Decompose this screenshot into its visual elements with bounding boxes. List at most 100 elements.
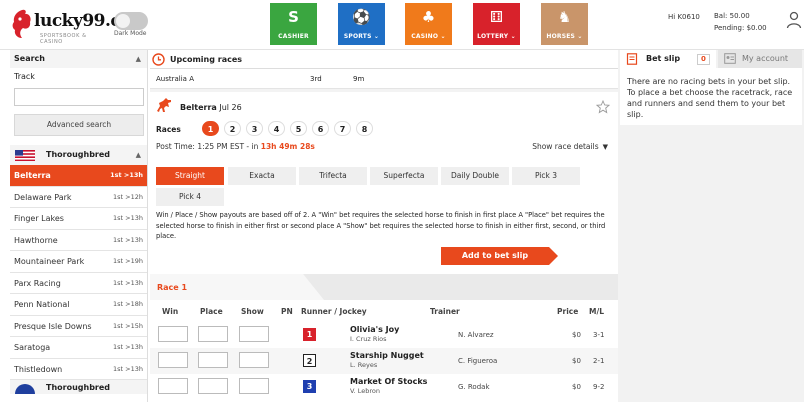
search-title: Search — [14, 54, 45, 63]
col-header-win: Win — [162, 307, 179, 316]
trainer-name: N. Alvarez — [458, 331, 494, 339]
program-number-badge: 1 — [303, 328, 316, 341]
venue-title: Belterra Jul 26 — [180, 103, 242, 112]
race-number-button[interactable]: 4 — [268, 121, 285, 136]
nav-lottery-button[interactable]: ⚅ LOTTERY ⌄ — [473, 3, 520, 45]
nav-horses-button[interactable]: ♞ HORSES ⌄ — [541, 3, 588, 45]
upcoming-time: 9m — [353, 75, 365, 83]
show-bet-input[interactable] — [239, 326, 269, 342]
nav-cashier-button[interactable]: S CASHIER — [270, 3, 317, 45]
chevron-down-icon: ⌄ — [373, 33, 380, 40]
nav-casino-button[interactable]: ♣ CASINO ⌄ — [405, 3, 452, 45]
nav-sports-button[interactable]: ⚽ SPORTS ⌄ — [338, 3, 385, 45]
horse-racing-icon — [157, 98, 171, 112]
nav-sports-text: SPORTS — [343, 33, 372, 40]
show-race-details-toggle[interactable]: Show race details ▼ — [532, 142, 608, 151]
collapse-up-icon[interactable]: ▲ — [136, 50, 141, 68]
track-item[interactable]: Mountaineer Park 1st >19h — [10, 251, 147, 273]
site-logo[interactable]: lucky99.eu SPORTSBOOK & CASINO — [10, 6, 133, 45]
left-sidebar: Search ▲ Track Advanced search Thoroughb… — [10, 50, 148, 402]
advanced-search-button[interactable]: Advanced search — [14, 114, 144, 136]
win-bet-input[interactable] — [158, 378, 188, 394]
bet-type-tab-superfecta[interactable]: Superfecta — [370, 167, 438, 185]
upcoming-race-row[interactable]: Australia A 3rd 9m — [150, 69, 618, 89]
search-section-header[interactable]: Search ▲ — [10, 50, 147, 68]
show-bet-input[interactable] — [239, 378, 269, 394]
win-bet-input[interactable] — [158, 352, 188, 368]
upcoming-races-title: Upcoming races — [170, 55, 243, 64]
track-time: 1st >18h — [113, 300, 143, 308]
race-number-button[interactable]: 8 — [356, 121, 373, 136]
nav-horses-text: HORSES — [546, 33, 576, 40]
bet-type-tab-trifecta[interactable]: Trifecta — [299, 167, 367, 185]
nav-cashier-label: CASHIER — [278, 33, 309, 40]
show-bet-input[interactable] — [239, 352, 269, 368]
track-item[interactable]: Penn National 1st >18h — [10, 294, 147, 316]
place-bet-input[interactable] — [198, 326, 228, 342]
col-header-price: Price — [557, 307, 579, 316]
track-item[interactable]: Presque Isle Downs 1st >15h — [10, 316, 147, 337]
user-account-icon[interactable] — [786, 11, 802, 29]
track-time: 1st >13h — [113, 235, 143, 244]
horses-icon: ♞ — [557, 8, 572, 26]
tab-my-account[interactable]: My account — [718, 50, 802, 68]
dark-mode-toggle[interactable] — [114, 12, 148, 30]
track-search-input[interactable] — [14, 88, 144, 106]
track-name: Mountaineer Park — [14, 257, 85, 266]
bet-type-tab-pick-3[interactable]: Pick 3 — [512, 167, 580, 185]
bet-type-tab-exacta[interactable]: Exacta — [228, 167, 296, 185]
track-item[interactable]: Belterra 1st >13h — [10, 165, 147, 187]
place-bet-input[interactable] — [198, 352, 228, 368]
race-number-button[interactable]: 6 — [312, 121, 329, 136]
race-number-button[interactable]: 3 — [246, 121, 263, 136]
add-to-bet-slip-button[interactable]: Add to bet slip — [441, 247, 549, 265]
show-details-label: Show race details — [532, 142, 599, 151]
col-header-ml: M/L — [589, 307, 604, 316]
chevron-down-icon: ⌄ — [510, 33, 516, 40]
win-bet-input[interactable] — [158, 326, 188, 342]
race-number-button[interactable]: 1 — [202, 121, 219, 136]
track-name: Penn National — [14, 300, 70, 309]
thoroughbred-header[interactable]: Thoroughbred ▲ — [10, 145, 147, 165]
track-item[interactable]: Hawthorne 1st >13h — [10, 230, 147, 251]
bet-type-tab-straight[interactable]: Straight — [156, 167, 224, 185]
thoroughbred-header-2[interactable]: Thoroughbred — [10, 380, 147, 394]
track-time: 1st >13h — [110, 171, 143, 179]
track-item[interactable]: Parx Racing 1st >13h — [10, 273, 147, 294]
nav-casino-text: CASINO — [411, 33, 439, 40]
account-card-icon — [724, 53, 736, 64]
race-number-button[interactable]: 2 — [224, 121, 241, 136]
runner-row: 1 Olivia's Joy I. Cruz Rios N. Alvarez $… — [150, 322, 618, 348]
tab-bet-slip[interactable]: Bet slip 0 — [620, 50, 716, 68]
race-number-button[interactable]: 5 — [290, 121, 307, 136]
favorite-star-icon[interactable] — [596, 100, 610, 114]
nav-lottery-text: LOTTERY — [477, 33, 509, 40]
category-title: Thoroughbred — [46, 150, 111, 159]
col-header-runner: Runner / Jockey — [301, 307, 367, 316]
balances: Bal: 50.00 Pending: $0.00 — [714, 10, 767, 34]
pending-line: Pending: $0.00 — [714, 22, 767, 34]
collapse-up-icon[interactable]: ▲ — [136, 145, 141, 165]
race-number-button[interactable]: 7 — [334, 121, 351, 136]
track-name: Delaware Park — [14, 192, 72, 202]
place-bet-input[interactable] — [198, 378, 228, 394]
races-label: Races — [156, 125, 181, 134]
nav-casino-label: CASINO ⌄ — [405, 33, 452, 40]
user-id: K0610 — [677, 13, 700, 21]
horse-name: Starship Nugget — [350, 351, 424, 360]
balance-value: 50.00 — [729, 12, 750, 20]
track-item[interactable]: Saratoga 1st >13h — [10, 337, 147, 359]
dark-mode-control: Dark Mode — [114, 12, 148, 37]
bet-slip-count-badge: 0 — [696, 54, 710, 65]
bet-type-tab-daily-double[interactable]: Daily Double — [441, 167, 509, 185]
track-item[interactable]: Finger Lakes 1st >13h — [10, 208, 147, 230]
track-item[interactable]: Delaware Park 1st >12h — [10, 187, 147, 208]
track-item[interactable]: Thistledown 1st >13h — [10, 359, 147, 380]
track-name: Finger Lakes — [14, 214, 64, 223]
horse-name: Olivia's Joy — [350, 325, 400, 334]
race-card: Belterra Jul 26 Races 1 2 3 4 5 6 7 8 Po… — [150, 92, 618, 402]
nav-sports-label: SPORTS ⌄ — [338, 33, 385, 40]
bet-type-tab-pick-4[interactable]: Pick 4 — [156, 188, 224, 206]
track-time: 1st >13h — [113, 343, 143, 351]
col-header-show: Show — [241, 307, 264, 316]
